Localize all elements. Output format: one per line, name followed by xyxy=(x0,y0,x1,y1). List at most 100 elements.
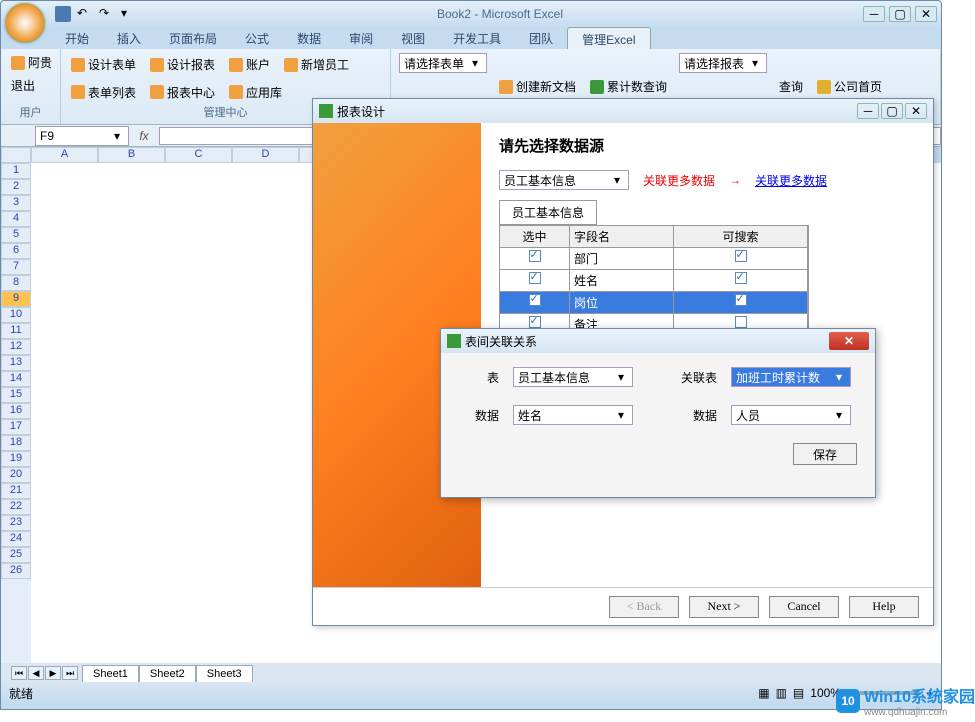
row-header[interactable]: 18 xyxy=(1,435,31,451)
tab-view[interactable]: 视图 xyxy=(387,27,439,49)
datasource-combo[interactable]: 员工基本信息▾ xyxy=(499,170,629,190)
back-button[interactable]: < Back xyxy=(609,596,679,618)
tab-data[interactable]: 数据 xyxy=(283,27,335,49)
tab-layout[interactable]: 页面布局 xyxy=(155,27,231,49)
design-form-btn[interactable]: 设计表单 xyxy=(69,53,138,77)
row-header[interactable]: 22 xyxy=(1,499,31,515)
redo-icon[interactable]: ↷ xyxy=(99,6,115,22)
checkbox[interactable] xyxy=(529,294,541,306)
save-button[interactable]: 保存 xyxy=(793,443,857,465)
row-header[interactable]: 26 xyxy=(1,563,31,579)
checkbox[interactable] xyxy=(529,250,541,262)
tab-team[interactable]: 团队 xyxy=(515,27,567,49)
dlg-minimize-icon[interactable]: ─ xyxy=(857,103,879,119)
save-icon[interactable] xyxy=(55,6,71,22)
row-header[interactable]: 11 xyxy=(1,323,31,339)
row-header[interactable]: 6 xyxy=(1,243,31,259)
dlg-close-icon[interactable]: ✕ xyxy=(905,103,927,119)
row-header[interactable]: 20 xyxy=(1,467,31,483)
watermark: 10 Win10系统家园 www.qdhuajin.com xyxy=(836,683,975,718)
row-header[interactable]: 2 xyxy=(1,179,31,195)
row-header[interactable]: 4 xyxy=(1,211,31,227)
link-more-data[interactable]: 关联更多数据 xyxy=(755,172,827,189)
qat-dropdown-icon[interactable]: ▾ xyxy=(121,6,137,22)
table-combo[interactable]: 员工基本信息▾ xyxy=(513,367,633,387)
row-header[interactable]: 23 xyxy=(1,515,31,531)
sheet-nav-prev[interactable]: ◀ xyxy=(28,666,44,680)
row-header[interactable]: 13 xyxy=(1,355,31,371)
maximize-icon[interactable]: ▢ xyxy=(889,6,911,22)
row-header[interactable]: 17 xyxy=(1,419,31,435)
sheet-tab-1[interactable]: Sheet1 xyxy=(82,665,139,682)
row-header[interactable]: 19 xyxy=(1,451,31,467)
table-row[interactable]: 岗位 xyxy=(500,292,808,314)
checkbox[interactable] xyxy=(735,316,747,328)
data1-combo[interactable]: 姓名▾ xyxy=(513,405,633,425)
row-header[interactable]: 21 xyxy=(1,483,31,499)
row-header[interactable]: 15 xyxy=(1,387,31,403)
tab-review[interactable]: 审阅 xyxy=(335,27,387,49)
form-select-combo[interactable]: 请选择表单▾ xyxy=(399,53,487,73)
row-header[interactable]: 9 xyxy=(1,291,31,307)
report-select-combo[interactable]: 请选择报表▾ xyxy=(679,53,767,73)
row-header[interactable]: 24 xyxy=(1,531,31,547)
row-header[interactable]: 7 xyxy=(1,259,31,275)
tab-dev[interactable]: 开发工具 xyxy=(439,27,515,49)
design-report-btn[interactable]: 设计报表 xyxy=(148,53,217,77)
user-btn[interactable]: 阿贵 xyxy=(9,53,54,72)
row-header[interactable]: 1 xyxy=(1,163,31,179)
related-table-combo[interactable]: 加班工时累计数▾ xyxy=(731,367,851,387)
row-header[interactable]: 12 xyxy=(1,339,31,355)
view-normal-icon[interactable]: ▦ xyxy=(758,686,769,700)
fx-label[interactable]: fx xyxy=(129,129,159,143)
row-header[interactable]: 5 xyxy=(1,227,31,243)
sheet-tab-3[interactable]: Sheet3 xyxy=(196,665,253,682)
col-header[interactable]: B xyxy=(98,147,165,163)
view-layout-icon[interactable]: ▥ xyxy=(776,686,787,700)
row-header[interactable]: 14 xyxy=(1,371,31,387)
cancel-button[interactable]: Cancel xyxy=(769,596,839,618)
tab-manage-excel[interactable]: 管理Excel xyxy=(567,27,650,49)
undo-icon[interactable]: ↶ xyxy=(77,6,93,22)
row-header[interactable]: 3 xyxy=(1,195,31,211)
report-center-btn[interactable]: 报表中心 xyxy=(148,81,217,105)
col-header[interactable]: D xyxy=(232,147,299,163)
row-header[interactable]: 25 xyxy=(1,547,31,563)
name-box[interactable]: F9▾ xyxy=(35,126,129,146)
row-header[interactable]: 16 xyxy=(1,403,31,419)
sheet-nav-first[interactable]: ⏮ xyxy=(11,666,27,680)
checkbox[interactable] xyxy=(735,272,747,284)
add-employee-btn[interactable]: 新增员工 xyxy=(282,53,351,77)
form-list-btn[interactable]: 表单列表 xyxy=(69,81,138,105)
minimize-icon[interactable]: ─ xyxy=(863,6,885,22)
table-row[interactable]: 部门 xyxy=(500,248,808,270)
row-header[interactable]: 8 xyxy=(1,275,31,291)
checkbox[interactable] xyxy=(735,294,747,306)
close-icon[interactable]: ✕ xyxy=(915,6,937,22)
next-button[interactable]: Next > xyxy=(689,596,759,618)
source-tab[interactable]: 员工基本信息 xyxy=(499,200,597,225)
help-button[interactable]: Help xyxy=(849,596,919,618)
table-row[interactable]: 姓名 xyxy=(500,270,808,292)
exit-btn[interactable]: 退出 xyxy=(9,76,54,95)
tab-formula[interactable]: 公式 xyxy=(231,27,283,49)
checkbox[interactable] xyxy=(529,316,541,328)
tab-home[interactable]: 开始 xyxy=(51,27,103,49)
app-lib-btn[interactable]: 应用库 xyxy=(227,81,284,105)
sheet-nav-last[interactable]: ⏭ xyxy=(62,666,78,680)
dlg2-close-button[interactable]: ✕ xyxy=(829,332,869,350)
col-header[interactable]: C xyxy=(165,147,232,163)
view-break-icon[interactable]: ▤ xyxy=(793,686,804,700)
data2-combo[interactable]: 人员▾ xyxy=(731,405,851,425)
sheet-nav-next[interactable]: ▶ xyxy=(45,666,61,680)
row-header[interactable]: 10 xyxy=(1,307,31,323)
dlg-maximize-icon[interactable]: ▢ xyxy=(881,103,903,119)
account-btn[interactable]: 账户 xyxy=(227,53,272,77)
checkbox[interactable] xyxy=(735,250,747,262)
col-header[interactable]: A xyxy=(31,147,98,163)
office-button[interactable] xyxy=(5,3,45,43)
sheet-tab-2[interactable]: Sheet2 xyxy=(139,665,196,682)
checkbox[interactable] xyxy=(529,272,541,284)
tab-insert[interactable]: 插入 xyxy=(103,27,155,49)
select-all-corner[interactable] xyxy=(1,147,31,163)
